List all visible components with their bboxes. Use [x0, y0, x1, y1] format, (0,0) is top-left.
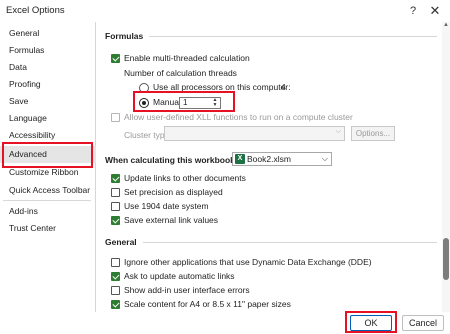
update-links-checkbox[interactable]	[111, 174, 120, 183]
sidebar-item-customize-ribbon[interactable]: Customize Ribbon	[0, 164, 96, 181]
sidebar-divider	[3, 143, 91, 144]
help-button[interactable]: ?	[404, 2, 422, 20]
save-external-links-label: Save external link values	[124, 215, 219, 225]
sidebar-item-trust-center[interactable]: Trust Center	[0, 220, 96, 237]
chevron-down-icon: ⌵	[335, 128, 341, 135]
addin-errors-label: Show add-in user interface errors	[124, 285, 250, 295]
sidebar-item-save[interactable]: Save	[0, 93, 96, 110]
multithread-label: Enable multi-threaded calculation	[124, 53, 250, 63]
general-heading: General	[105, 237, 137, 247]
window-title: Excel Options	[6, 5, 65, 16]
sidebar-item-formulas[interactable]: Formulas	[0, 42, 96, 59]
addin-errors-checkbox[interactable]	[111, 286, 120, 295]
manual-threads-spinner[interactable]: 1 ▲ ▼	[179, 97, 221, 109]
options-content: Formulas Enable multi-threaded calculati…	[97, 22, 442, 312]
formulas-heading: Formulas	[105, 31, 144, 41]
ignore-dde-checkbox[interactable]	[111, 258, 120, 267]
xll-cluster-checkbox	[111, 113, 120, 122]
sidebar-item-language[interactable]: Language	[0, 110, 96, 127]
xll-cluster-label: Allow user-defined XLL functions to run …	[124, 112, 353, 122]
excel-file-icon: X	[235, 154, 245, 164]
title-bar: Excel Options ? ✕	[0, 0, 450, 22]
workbook-select[interactable]: X Book2.xlsm ⌵	[232, 152, 332, 166]
chevron-down-icon[interactable]: ⌵	[322, 153, 328, 165]
spinner-arrows-icon[interactable]: ▲ ▼	[211, 98, 219, 108]
sidebar-item-proofing[interactable]: Proofing	[0, 76, 96, 93]
sidebar-item-general[interactable]: General	[0, 25, 96, 42]
scroll-up-icon[interactable]: ▲	[442, 22, 450, 30]
sidebar-item-quick-access-toolbar[interactable]: Quick Access Toolbar	[0, 182, 96, 199]
use-all-processors-label: Use all processors on this computer:	[153, 82, 291, 92]
manual-threads-value: 1	[183, 98, 188, 107]
manual-radio[interactable]	[139, 98, 149, 108]
close-button[interactable]: ✕	[426, 2, 444, 20]
manual-label: Manual	[153, 97, 181, 107]
cancel-button[interactable]: Cancel	[402, 315, 444, 331]
threads-label: Number of calculation threads	[124, 68, 237, 78]
processor-count: 4	[281, 82, 286, 92]
sidebar-item-add-ins[interactable]: Add-ins	[0, 203, 96, 220]
sidebar-nav: General Formulas Data Proofing Save Lang…	[0, 22, 96, 312]
sidebar-divider	[3, 200, 91, 201]
sidebar-item-advanced[interactable]: Advanced	[0, 146, 96, 163]
multithread-checkbox[interactable]	[111, 54, 120, 63]
date-system-label: Use 1904 date system	[124, 201, 209, 211]
sidebar-item-data[interactable]: Data	[0, 59, 96, 76]
sidebar-item-accessibility[interactable]: Accessibility	[0, 127, 96, 144]
ask-update-links-checkbox[interactable]	[111, 272, 120, 281]
set-precision-label: Set precision as displayed	[124, 187, 223, 197]
ok-button[interactable]: OK	[350, 315, 392, 331]
scale-content-label: Scale content for A4 or 8.5 x 11" paper …	[124, 299, 291, 309]
ignore-dde-label: Ignore other applications that use Dynam…	[124, 257, 372, 267]
update-links-label: Update links to other documents	[124, 173, 246, 183]
use-all-processors-radio[interactable]	[139, 83, 149, 93]
section-divider	[143, 242, 437, 243]
dialog-footer: OK Cancel	[0, 312, 450, 334]
cluster-options-button: Options...	[351, 126, 395, 141]
scrollbar-thumb[interactable]	[443, 238, 449, 280]
content-scrollbar[interactable]: ▲	[442, 22, 450, 312]
set-precision-checkbox[interactable]	[111, 188, 120, 197]
workbook-selected: Book2.xlsm	[247, 154, 291, 164]
ask-update-links-label: Ask to update automatic links	[124, 271, 235, 281]
section-divider	[149, 36, 437, 37]
save-external-links-checkbox[interactable]	[111, 216, 120, 225]
cluster-type-select: ⌵	[164, 126, 345, 141]
scale-content-checkbox[interactable]	[111, 300, 120, 309]
date-system-checkbox[interactable]	[111, 202, 120, 211]
workbook-label: When calculating this workbook:	[105, 155, 238, 165]
